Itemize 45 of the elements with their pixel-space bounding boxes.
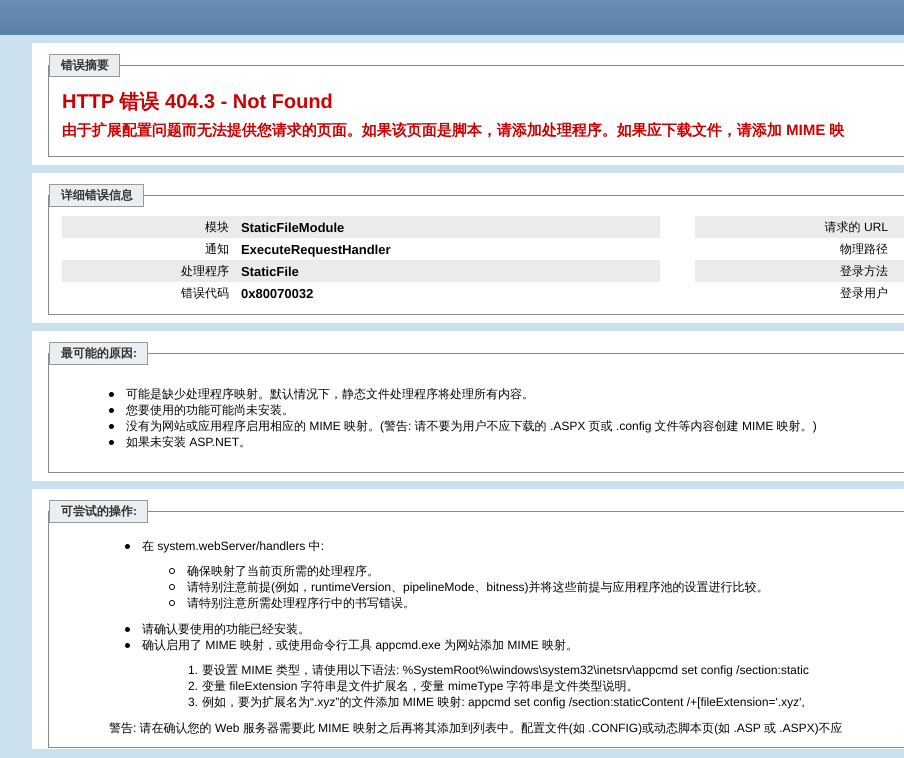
list-item-text: 在 system.webServer/handlers 中: — [142, 538, 324, 554]
bullet-icon — [169, 568, 175, 574]
bullet-icon — [125, 626, 130, 632]
field-label: 错误代码 — [180, 284, 229, 302]
bullet-icon — [125, 544, 130, 548]
bullet-icon — [169, 600, 175, 606]
list-item-text: 您要使用的功能可能尚未安装。 — [126, 402, 294, 418]
bullet-icon — [109, 440, 114, 444]
error-message: 由于扩展配置问题而无法提供您请求的页面。如果该页面是脚本，请添加处理程序。如果应下载文件，请添加 MIME 映 — [62, 121, 846, 140]
field-label: 登录方法 — [839, 262, 888, 280]
field-label: 登录用户 — [839, 284, 888, 302]
section-legend: 可尝试的操作: — [49, 500, 148, 523]
section-legend: 最可能的原因: — [49, 342, 148, 365]
field-value: ExecuteRequestHandler — [241, 242, 391, 256]
step-number: 3. — [186, 695, 198, 709]
list-item-text: 可能是缺少处理程序映射。默认情况下，静态文件处理程序将处理所有内容。 — [126, 386, 534, 402]
section-legend: 详细错误信息 — [49, 184, 144, 207]
field-label: 通知 — [204, 240, 229, 258]
bullet-icon — [109, 424, 114, 428]
field-label: 处理程序 — [180, 262, 229, 280]
field-label: 模块 — [204, 218, 229, 236]
list-item-text: 变量 fileExtension 字符串是文件扩展名，变量 mimeType 字符串是文件类型说明。 — [202, 678, 639, 694]
list-item-text: 没有为网站或应用程序启用相应的 MIME 映射。(警告: 请不要为用户不应下载的 .ASPX 页或 .config 文件等内容创建 MIME 映射。) — [126, 418, 817, 434]
bullet-icon — [169, 584, 175, 590]
step-number: 2. — [186, 679, 198, 693]
section-legend: 错误摘要 — [49, 54, 120, 77]
bullet-icon — [109, 408, 114, 412]
list-item-text: 请确认要使用的功能已经安装。 — [142, 620, 310, 638]
list-item-text: 要设置 MIME 类型，请使用以下语法: %SystemRoot%\windows\system32\inetsrv\appcmd set config /section:static — [202, 662, 809, 678]
list-item-text: 确保映射了当前页所需的处理程序。 — [187, 562, 379, 580]
error-title: HTTP 错误 404.3 - Not Found — [62, 90, 334, 115]
warning-text: 警告: 请在确认您的 Web 服务器需要此 MIME 映射之后再将其添加到列表中。配置文件(如 .CONFIG)或动态脚本页(如 .ASP 或 .ASPX)不应 — [109, 720, 844, 737]
field-label: 请求的 URL — [824, 218, 888, 236]
list-item-text: 请特别注意所需处理程序行中的书写错误。 — [187, 594, 415, 612]
field-label: 物理路径 — [839, 240, 888, 258]
field-value: StaticFileModule — [241, 220, 344, 234]
field-value: 0x80070032 — [241, 286, 314, 300]
list-item-text: 例如，要为扩展名为“.xyz”的文件添加 MIME 映射: appcmd set config /section:staticContent /+[fileExtension='.xyz', — [202, 694, 805, 710]
bullet-icon — [125, 642, 130, 648]
step-number: 1. — [186, 663, 198, 677]
bullet-icon — [109, 392, 114, 396]
list-item-text: 确认启用了 MIME 映射，或使用命令行工具 appcmd.exe 为网站添加 MIME 映射。 — [142, 636, 578, 654]
field-value: StaticFile — [241, 264, 299, 278]
list-item-text: 请特别注意前提(例如，runtimeVersion、pipelineMode、bitness)并将这些前提与应用程序池的设置进行比较。 — [187, 578, 768, 596]
list-item-text: 如果未安装 ASP.NET。 — [126, 434, 252, 450]
